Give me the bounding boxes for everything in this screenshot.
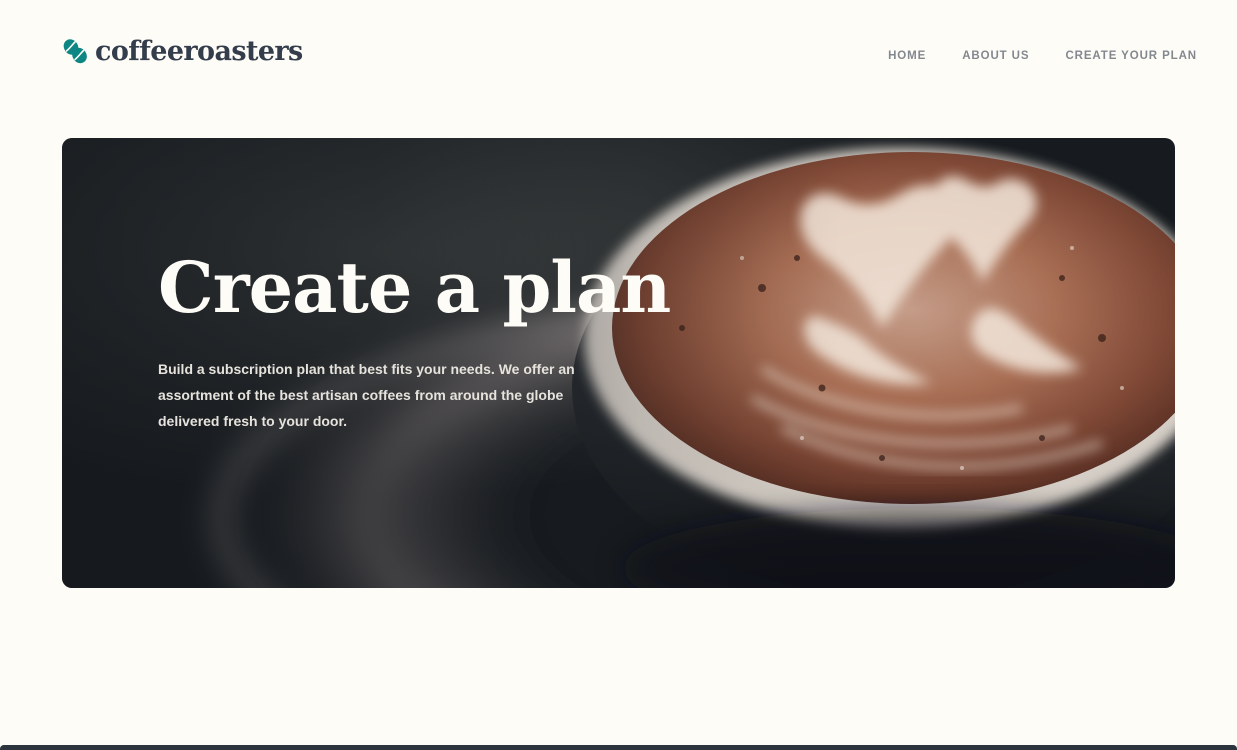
coffee-bean-icon [63,39,87,64]
hero-title: Create a plan [158,246,671,329]
footer-edge [0,745,1237,750]
nav-link-about-us[interactable]: ABOUT US [962,49,1029,63]
logo-link[interactable]: coffeeroasters [62,38,303,66]
nav-link-create-your-plan[interactable]: CREATE YOUR PLAN [1065,49,1197,63]
hero-description: Build a subscription plan that best fits… [158,361,575,429]
nav-link-home[interactable]: HOME [888,49,926,63]
main-nav: HOME ABOUT US CREATE YOUR PLAN [888,49,1197,63]
logo-wordmark: coffeeroasters [95,35,303,67]
site-header: coffeeroasters HOME ABOUT US CREATE YOUR… [0,0,1237,114]
hero-banner: Create a plan Build a subscription plan … [62,138,1175,588]
